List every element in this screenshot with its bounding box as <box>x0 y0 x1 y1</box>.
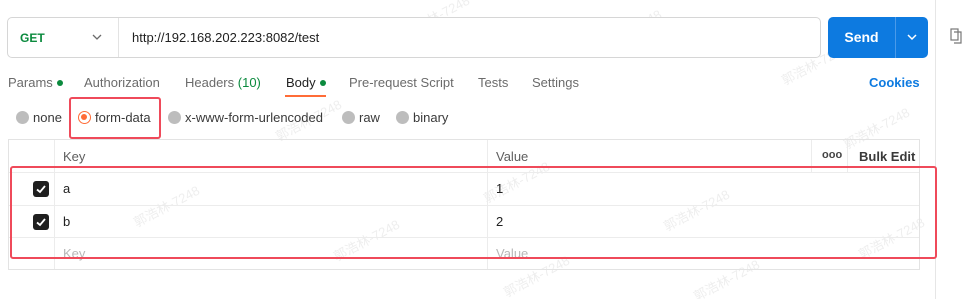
radio-circle <box>396 111 409 124</box>
request-bar: GET http://192.168.202.223:8082/test <box>7 17 821 58</box>
tab-settings[interactable]: Settings <box>532 75 579 90</box>
url-input[interactable]: http://192.168.202.223:8082/test <box>132 30 319 45</box>
send-button-group: Send <box>828 17 928 58</box>
tab-authorization[interactable]: Authorization <box>84 75 160 90</box>
radio-label: none <box>33 110 62 125</box>
chevron-down-icon <box>92 34 102 40</box>
tab-label: Tests <box>478 75 509 90</box>
tab-label: Settings <box>532 75 579 90</box>
radio-circle <box>168 111 181 124</box>
tab-label: Params <box>8 75 53 90</box>
documentation-icon[interactable] <box>950 28 962 44</box>
radio-label: binary <box>413 110 449 125</box>
radio-circle <box>16 111 29 124</box>
radio-circle <box>342 111 355 124</box>
radio-label: raw <box>359 110 380 125</box>
tab-pre-request-script[interactable]: Pre-request Script <box>349 75 454 90</box>
column-header-value: Value <box>496 149 529 164</box>
active-tab-underline <box>285 95 326 97</box>
radio-label: x-www-form-urlencoded <box>185 110 323 125</box>
tab-label: Pre-request Script <box>349 75 454 90</box>
column-header-key: Key <box>63 149 86 164</box>
send-options-button[interactable] <box>896 17 928 58</box>
cookies-link[interactable]: Cookies <box>869 75 920 90</box>
tab-params[interactable]: Params <box>8 75 63 90</box>
tab-indicator-dot <box>319 79 326 86</box>
tab-body[interactable]: Body <box>286 75 326 90</box>
tab-label: Authorization <box>84 75 160 90</box>
annotation-box-form-data <box>69 97 161 139</box>
annotation-box-rows <box>10 166 937 259</box>
tab-tests[interactable]: Tests <box>478 75 508 90</box>
tab-label: Headers <box>185 75 235 90</box>
method-label: GET <box>20 31 45 45</box>
tab-indicator-dot <box>56 79 63 86</box>
tab-label: Body <box>286 75 316 90</box>
method-select[interactable]: GET <box>8 18 119 57</box>
bulk-edit-button[interactable]: Bulk Edit <box>859 149 915 164</box>
tab-headers[interactable]: Headers (10) <box>185 75 261 90</box>
more-options-icon[interactable]: ooo <box>822 149 842 161</box>
chevron-down-icon <box>907 34 917 41</box>
tab-count: (10) <box>237 75 261 90</box>
send-button[interactable]: Send <box>828 17 895 58</box>
